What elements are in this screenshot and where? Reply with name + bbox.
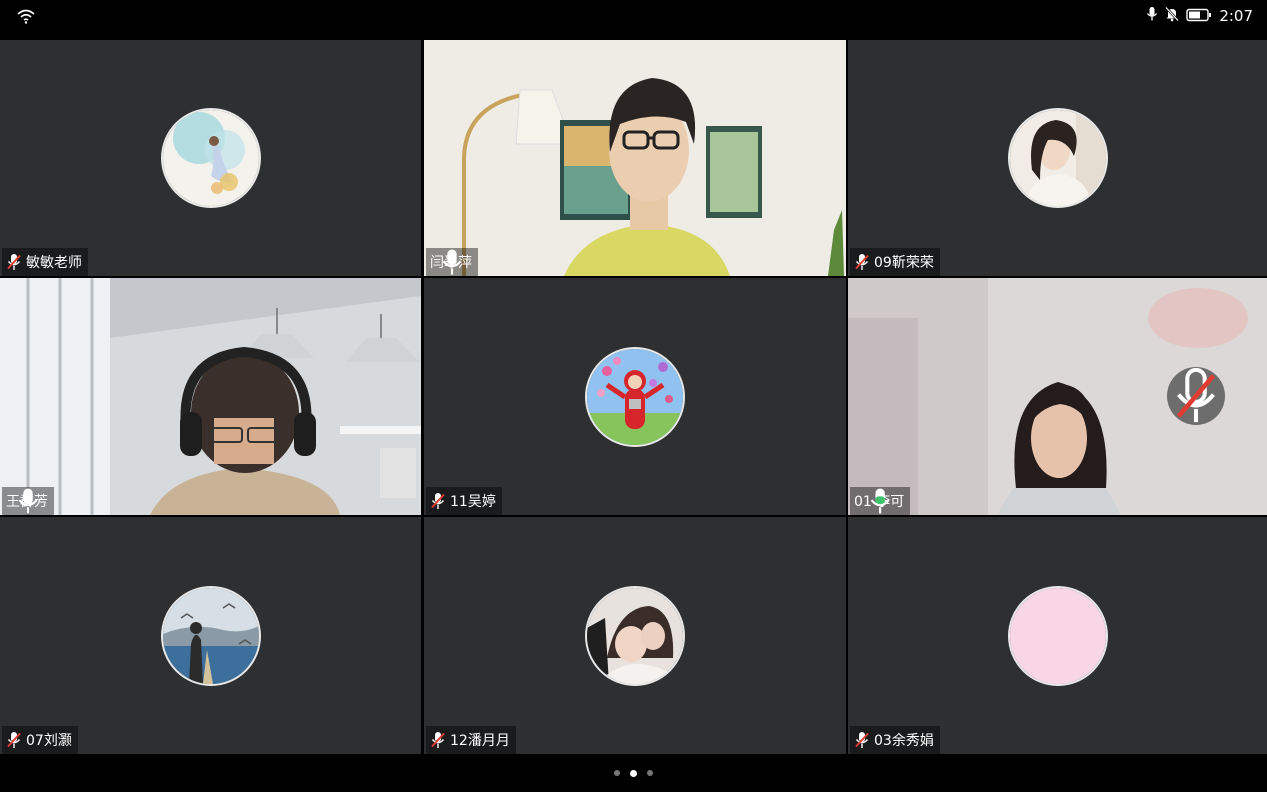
participant-label: 王群芳 — [2, 487, 54, 515]
participant-tile[interactable]: 03余秀娟 — [848, 517, 1267, 754]
participant-avatar — [585, 585, 685, 686]
participant-grid: 敏敏老师 闫翠萍 — [0, 40, 1267, 754]
mic-muted-icon — [431, 732, 445, 748]
participant-name: 敏敏老师 — [26, 255, 82, 271]
bell-muted-icon — [1165, 6, 1180, 26]
participant-video — [0, 278, 421, 515]
participant-label: 07刘灏 — [2, 726, 78, 754]
battery-icon — [1186, 7, 1212, 26]
wifi-icon — [16, 8, 36, 28]
participant-name: 11吴婷 — [450, 494, 496, 510]
participant-avatar — [160, 108, 261, 208]
participant-avatar — [1007, 585, 1108, 686]
participant-name: 07刘灏 — [26, 733, 72, 749]
page-indicator[interactable] — [0, 754, 1267, 792]
participant-tile[interactable]: 07刘灏 — [0, 517, 421, 754]
page-dot[interactable] — [647, 770, 653, 776]
participant-name: 09靳荣荣 — [874, 255, 934, 271]
participant-tile[interactable]: 王群芳 — [0, 278, 421, 515]
participant-label: 03余秀娟 — [850, 726, 940, 754]
participant-tile-active[interactable]: 01 李可 — [848, 278, 1267, 515]
participant-label: 12潘月月 — [426, 726, 516, 754]
mic-muted-icon — [431, 493, 445, 509]
mic-icon — [442, 249, 462, 275]
page-dot-current[interactable] — [630, 769, 637, 777]
mic-speaking-icon — [870, 488, 890, 514]
participant-name: 03余秀娟 — [874, 733, 934, 749]
status-bar: 2:07 — [0, 0, 1267, 40]
participant-avatar — [160, 585, 261, 686]
mute-toggle-button[interactable] — [1167, 367, 1225, 425]
participant-tile[interactable]: 11吴婷 — [424, 278, 846, 515]
participant-tile[interactable]: 09靳荣荣 — [848, 40, 1267, 276]
page-dot[interactable] — [614, 770, 620, 776]
mic-icon — [1146, 6, 1158, 26]
participant-label: 闫翠萍 — [426, 248, 478, 276]
mic-muted-icon — [855, 732, 869, 748]
participant-avatar — [585, 346, 685, 447]
participant-label: 01 李可 — [850, 487, 911, 515]
mic-muted-icon — [7, 732, 21, 748]
participant-tile[interactable]: 敏敏老师 — [0, 40, 421, 276]
participant-tile[interactable]: 闫翠萍 — [424, 40, 846, 276]
mic-muted-icon — [855, 254, 869, 270]
participant-label: 11吴婷 — [426, 487, 502, 515]
participant-avatar — [1007, 108, 1108, 208]
mic-icon — [18, 488, 38, 514]
participant-label: 敏敏老师 — [2, 248, 88, 276]
mic-muted-icon — [1176, 367, 1216, 423]
mic-muted-icon — [7, 254, 21, 270]
clock-time: 2:07 — [1219, 7, 1253, 25]
participant-name: 12潘月月 — [450, 733, 510, 749]
participant-tile[interactable]: 12潘月月 — [424, 517, 846, 754]
participant-label: 09靳荣荣 — [850, 248, 940, 276]
participant-video — [424, 40, 846, 276]
